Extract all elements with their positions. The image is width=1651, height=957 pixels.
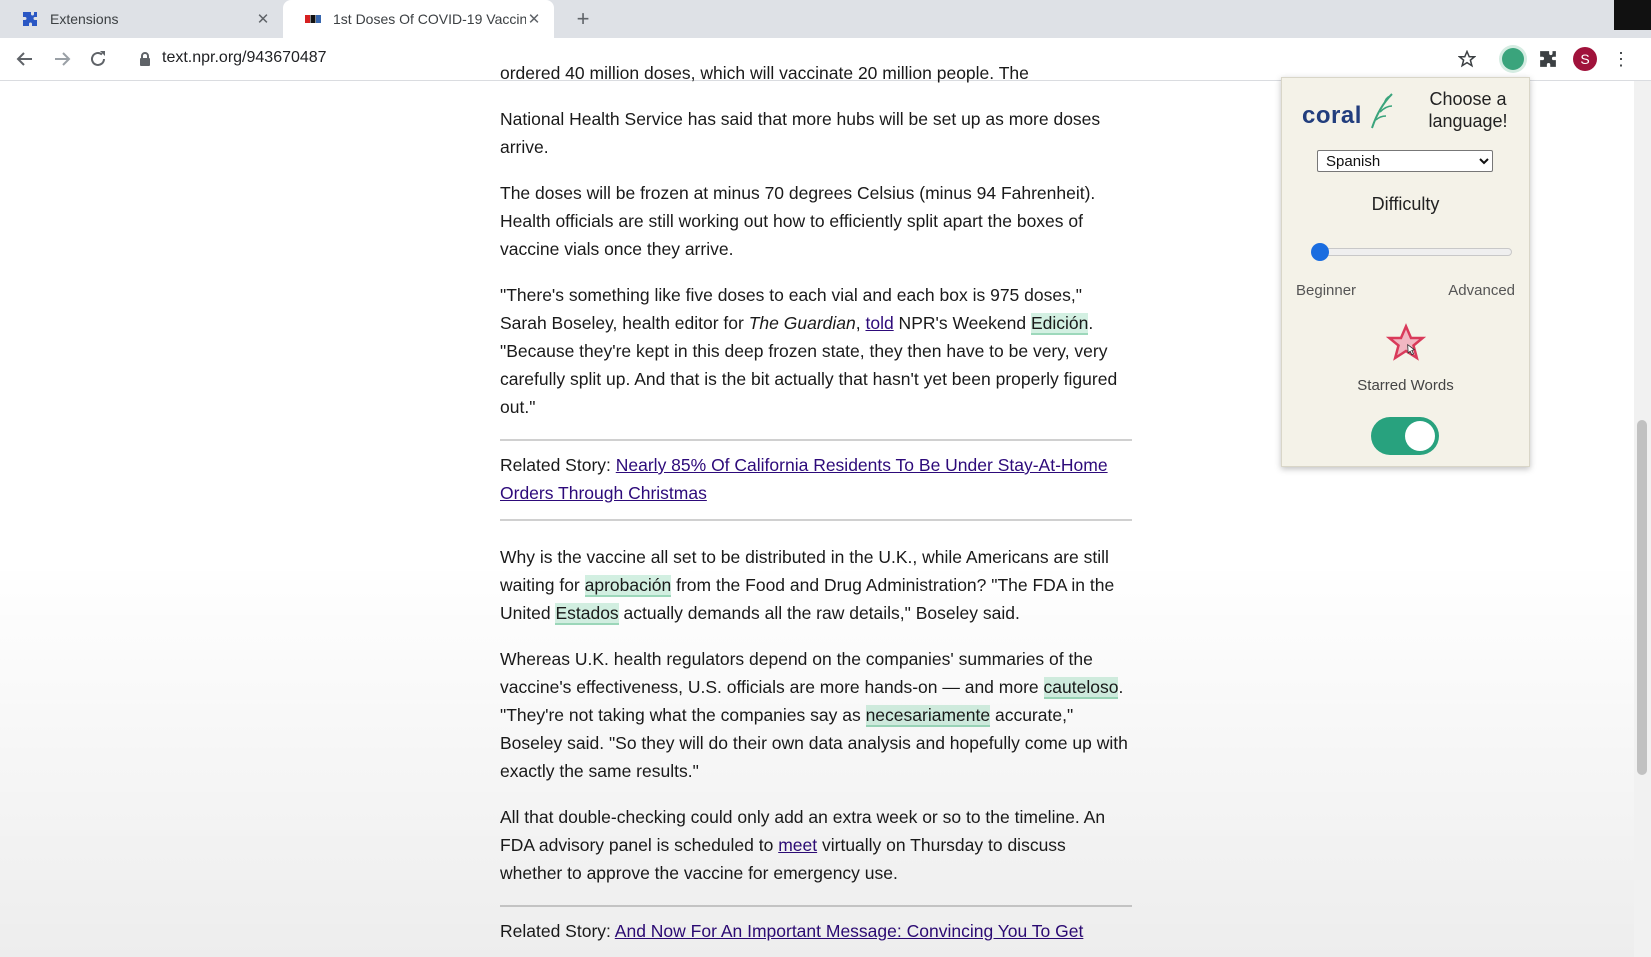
article-paragraph: Whereas U.K. health regulators depend on… bbox=[500, 645, 1132, 785]
difficulty-slider-track[interactable] bbox=[1314, 248, 1512, 256]
difficulty-label: Difficulty bbox=[1371, 194, 1440, 214]
new-tab-button[interactable]: + bbox=[570, 6, 596, 32]
article-paragraph: Why is the vaccine all set to be distrib… bbox=[500, 543, 1132, 627]
profile-button[interactable]: S bbox=[1572, 46, 1598, 72]
close-icon[interactable]: ✕ bbox=[526, 11, 542, 28]
related-story-label: Related Story: bbox=[500, 921, 615, 941]
text-span: actually demands all the raw details," B… bbox=[618, 603, 1020, 623]
scrollbar-thumb[interactable] bbox=[1637, 420, 1647, 775]
star-outline-icon bbox=[1458, 50, 1476, 68]
coral-extension-icon bbox=[1502, 48, 1524, 70]
related-story-label: Related Story: bbox=[500, 455, 616, 475]
bookmark-star-button[interactable] bbox=[1454, 46, 1480, 72]
advanced-label: Advanced bbox=[1448, 282, 1515, 299]
kebab-menu-icon: ⋮ bbox=[1612, 48, 1630, 69]
language-select[interactable]: Spanish bbox=[1317, 150, 1493, 172]
choose-language-heading: Choose a language! bbox=[1428, 89, 1508, 131]
beginner-label: Beginner bbox=[1296, 282, 1357, 299]
tab-extensions[interactable]: Extensions ✕ bbox=[0, 0, 283, 38]
translated-word[interactable]: necesariamente bbox=[865, 705, 991, 727]
told-link[interactable]: told bbox=[865, 313, 893, 333]
coral-popup: coral Choose a language! Spanish Difficu… bbox=[1281, 77, 1530, 467]
lock-icon[interactable] bbox=[139, 52, 151, 66]
arrow-right-icon bbox=[55, 52, 71, 66]
coral-logo: coral bbox=[1302, 102, 1362, 129]
publication-name: The Guardian bbox=[748, 313, 856, 333]
article-paragraph: All that double-checking could only add … bbox=[500, 803, 1132, 887]
arrow-left-icon bbox=[16, 52, 32, 66]
article-cut-line: ordered 40 million doses, which will vac… bbox=[500, 63, 1029, 83]
related-story-link[interactable]: And Now For An Important Message: Convin… bbox=[615, 921, 1084, 941]
address-bar[interactable]: text.npr.org/943670487 bbox=[162, 49, 327, 67]
article-paragraph: The doses will be frozen at minus 70 deg… bbox=[500, 183, 1096, 259]
difficulty-slider-thumb[interactable] bbox=[1310, 243, 1329, 261]
reload-button[interactable] bbox=[85, 46, 111, 72]
puzzle-icon bbox=[23, 12, 37, 26]
article-body: ordered 40 million doses, which will vac… bbox=[500, 63, 1132, 945]
reload-icon bbox=[91, 51, 105, 66]
enable-toggle[interactable] bbox=[1371, 417, 1439, 455]
text-span: Whereas U.K. health regulators depend on… bbox=[500, 649, 1093, 697]
tab-bar: Extensions ✕ 1st Doses Of COVID-19 Vacci… bbox=[0, 0, 1651, 38]
avatar: S bbox=[1573, 47, 1597, 71]
translated-word[interactable]: cauteloso bbox=[1043, 677, 1119, 699]
starred-words-label: Starred Words bbox=[1357, 377, 1454, 394]
puzzle-icon bbox=[1540, 51, 1556, 67]
meet-link[interactable]: meet bbox=[778, 835, 817, 855]
tab-npr-article[interactable]: 1st Doses Of COVID-19 Vaccines ✕ bbox=[283, 0, 554, 38]
tab-title: 1st Doses Of COVID-19 Vaccines bbox=[333, 11, 526, 27]
translated-word[interactable]: aprobación bbox=[584, 575, 672, 597]
window-corner bbox=[1614, 0, 1651, 30]
text-span: NPR's Weekend bbox=[893, 313, 1031, 333]
menu-button[interactable]: ⋮ bbox=[1608, 46, 1634, 72]
related-story: Related Story: And Now For An Important … bbox=[500, 905, 1132, 945]
forward-button[interactable] bbox=[49, 46, 75, 72]
tab-title: Extensions bbox=[50, 11, 119, 27]
npr-favicon bbox=[305, 15, 321, 23]
toggle-knob bbox=[1405, 421, 1435, 451]
translated-word[interactable]: Edición bbox=[1030, 313, 1089, 335]
extensions-button[interactable] bbox=[1535, 46, 1561, 72]
article-paragraph: National Health Service has said that mo… bbox=[500, 109, 1101, 157]
text-span: , bbox=[855, 313, 866, 333]
leaf-sprig-icon bbox=[1371, 93, 1393, 129]
close-icon[interactable]: ✕ bbox=[255, 11, 271, 28]
back-button[interactable] bbox=[12, 46, 38, 72]
related-story: Related Story: Nearly 85% Of California … bbox=[500, 439, 1132, 521]
coral-extension-button[interactable] bbox=[1500, 46, 1526, 72]
translated-word[interactable]: Estados bbox=[555, 603, 619, 625]
article-paragraph: "There's something like five doses to ea… bbox=[500, 281, 1132, 421]
star-icon[interactable] bbox=[1386, 323, 1426, 363]
